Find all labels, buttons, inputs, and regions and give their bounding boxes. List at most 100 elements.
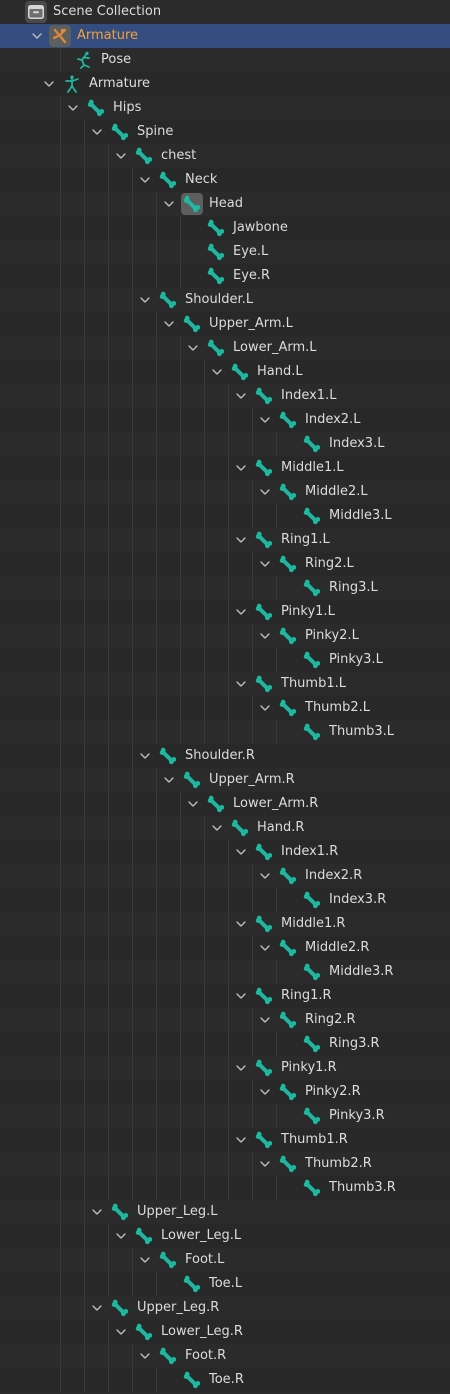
chevron-down-icon[interactable] bbox=[89, 1204, 105, 1220]
chevron-down-icon[interactable] bbox=[233, 532, 249, 548]
outliner-row[interactable]: Pinky1.R bbox=[0, 1056, 450, 1080]
chevron-down-icon[interactable] bbox=[113, 1324, 129, 1340]
outliner-row[interactable]: Pose bbox=[0, 48, 450, 72]
outliner-row[interactable]: Index1.L bbox=[0, 384, 450, 408]
outliner-row[interactable]: Middle1.R bbox=[0, 912, 450, 936]
outliner-row[interactable]: Ring1.L bbox=[0, 528, 450, 552]
outliner-row[interactable]: Lower_Leg.L bbox=[0, 1224, 450, 1248]
outliner-row[interactable]: Thumb1.R bbox=[0, 1128, 450, 1152]
chevron-down-icon[interactable] bbox=[113, 148, 129, 164]
outliner-row[interactable]: Ring3.R bbox=[0, 1032, 450, 1056]
chevron-down-icon[interactable] bbox=[233, 460, 249, 476]
chevron-down-icon[interactable] bbox=[233, 988, 249, 1004]
chevron-down-icon[interactable] bbox=[233, 676, 249, 692]
outliner-row[interactable]: Armature bbox=[0, 24, 450, 48]
outliner-row[interactable]: Middle2.L bbox=[0, 480, 450, 504]
outliner-row[interactable]: Ring3.L bbox=[0, 576, 450, 600]
outliner-row[interactable]: Upper_Arm.L bbox=[0, 312, 450, 336]
chevron-down-icon[interactable] bbox=[257, 1012, 273, 1028]
outliner-row[interactable]: Spine bbox=[0, 120, 450, 144]
outliner-row[interactable]: Upper_Arm.R bbox=[0, 768, 450, 792]
outliner-row[interactable]: Ring2.L bbox=[0, 552, 450, 576]
outliner-row[interactable]: Pinky2.L bbox=[0, 624, 450, 648]
outliner-row[interactable]: Ring2.R bbox=[0, 1008, 450, 1032]
chevron-down-icon[interactable] bbox=[257, 484, 273, 500]
outliner-row[interactable]: Head bbox=[0, 192, 450, 216]
chevron-down-icon[interactable] bbox=[161, 196, 177, 212]
chevron-down-icon[interactable] bbox=[233, 844, 249, 860]
chevron-down-icon[interactable] bbox=[185, 340, 201, 356]
chevron-down-icon[interactable] bbox=[257, 700, 273, 716]
outliner-row[interactable]: Pinky2.R bbox=[0, 1080, 450, 1104]
chevron-down-icon[interactable] bbox=[89, 1300, 105, 1316]
outliner-row[interactable]: Scene Collection bbox=[0, 0, 450, 24]
outliner-row[interactable]: Middle3.L bbox=[0, 504, 450, 528]
outliner-row[interactable]: Neck bbox=[0, 168, 450, 192]
outliner-row[interactable]: Eye.L bbox=[0, 240, 450, 264]
chevron-down-icon[interactable] bbox=[233, 1132, 249, 1148]
outliner-row[interactable]: Shoulder.L bbox=[0, 288, 450, 312]
outliner-row[interactable]: Thumb2.L bbox=[0, 696, 450, 720]
chevron-down-icon[interactable] bbox=[257, 868, 273, 884]
outliner-row[interactable]: Middle2.R bbox=[0, 936, 450, 960]
outliner-row[interactable]: Foot.R bbox=[0, 1344, 450, 1368]
outliner-row[interactable]: Hand.L bbox=[0, 360, 450, 384]
outliner-row[interactable]: Lower_Arm.L bbox=[0, 336, 450, 360]
chevron-down-icon[interactable] bbox=[161, 316, 177, 332]
chevron-down-icon[interactable] bbox=[137, 748, 153, 764]
chevron-down-icon[interactable] bbox=[233, 1060, 249, 1076]
outliner-row[interactable]: Pinky3.L bbox=[0, 648, 450, 672]
chevron-down-icon[interactable] bbox=[137, 172, 153, 188]
chevron-down-icon[interactable] bbox=[161, 772, 177, 788]
outliner-row[interactable]: Index1.R bbox=[0, 840, 450, 864]
chevron-down-icon[interactable] bbox=[233, 916, 249, 932]
tree-guide-line bbox=[180, 792, 181, 816]
chevron-down-icon[interactable] bbox=[233, 388, 249, 404]
outliner-row[interactable]: Thumb3.L bbox=[0, 720, 450, 744]
outliner-row[interactable]: Upper_Leg.L bbox=[0, 1200, 450, 1224]
outliner-row[interactable]: Shoulder.R bbox=[0, 744, 450, 768]
outliner-row[interactable]: Lower_Leg.R bbox=[0, 1320, 450, 1344]
outliner-row[interactable]: Eye.R bbox=[0, 264, 450, 288]
chevron-down-icon[interactable] bbox=[41, 76, 57, 92]
outliner-row[interactable]: Hips bbox=[0, 96, 450, 120]
chevron-down-icon[interactable] bbox=[257, 628, 273, 644]
outliner-row[interactable]: Armature bbox=[0, 72, 450, 96]
chevron-down-icon[interactable] bbox=[209, 364, 225, 380]
outliner-row[interactable]: chest bbox=[0, 144, 450, 168]
outliner-row[interactable]: Index3.R bbox=[0, 888, 450, 912]
outliner-row[interactable]: Toe.R bbox=[0, 1368, 450, 1392]
outliner-row[interactable]: Index3.L bbox=[0, 432, 450, 456]
outliner-row[interactable]: Jawbone bbox=[0, 216, 450, 240]
outliner-row[interactable]: Lower_Arm.R bbox=[0, 792, 450, 816]
outliner-row[interactable]: Index2.L bbox=[0, 408, 450, 432]
chevron-down-icon[interactable] bbox=[65, 100, 81, 116]
chevron-down-icon[interactable] bbox=[89, 124, 105, 140]
chevron-down-icon[interactable] bbox=[209, 820, 225, 836]
chevron-down-icon[interactable] bbox=[257, 556, 273, 572]
outliner-row[interactable]: Index2.R bbox=[0, 864, 450, 888]
outliner-row[interactable]: Thumb3.R bbox=[0, 1176, 450, 1200]
chevron-down-icon[interactable] bbox=[113, 1228, 129, 1244]
outliner-row[interactable]: Ring1.R bbox=[0, 984, 450, 1008]
chevron-down-icon[interactable] bbox=[137, 1348, 153, 1364]
outliner-row[interactable]: Hand.R bbox=[0, 816, 450, 840]
chevron-down-icon[interactable] bbox=[257, 412, 273, 428]
chevron-down-icon[interactable] bbox=[233, 604, 249, 620]
chevron-down-icon[interactable] bbox=[257, 1084, 273, 1100]
chevron-down-icon[interactable] bbox=[29, 28, 45, 44]
chevron-down-icon[interactable] bbox=[137, 292, 153, 308]
outliner-row[interactable]: Upper_Leg.R bbox=[0, 1296, 450, 1320]
chevron-down-icon[interactable] bbox=[257, 1156, 273, 1172]
outliner-row[interactable]: Toe.L bbox=[0, 1272, 450, 1296]
outliner-row[interactable]: Middle1.L bbox=[0, 456, 450, 480]
outliner-row[interactable]: Middle3.R bbox=[0, 960, 450, 984]
chevron-down-icon[interactable] bbox=[185, 796, 201, 812]
outliner-row[interactable]: Thumb2.R bbox=[0, 1152, 450, 1176]
chevron-down-icon[interactable] bbox=[137, 1252, 153, 1268]
outliner-row[interactable]: Pinky1.L bbox=[0, 600, 450, 624]
outliner-row[interactable]: Foot.L bbox=[0, 1248, 450, 1272]
outliner-row[interactable]: Thumb1.L bbox=[0, 672, 450, 696]
chevron-down-icon[interactable] bbox=[257, 940, 273, 956]
outliner-row[interactable]: Pinky3.R bbox=[0, 1104, 450, 1128]
